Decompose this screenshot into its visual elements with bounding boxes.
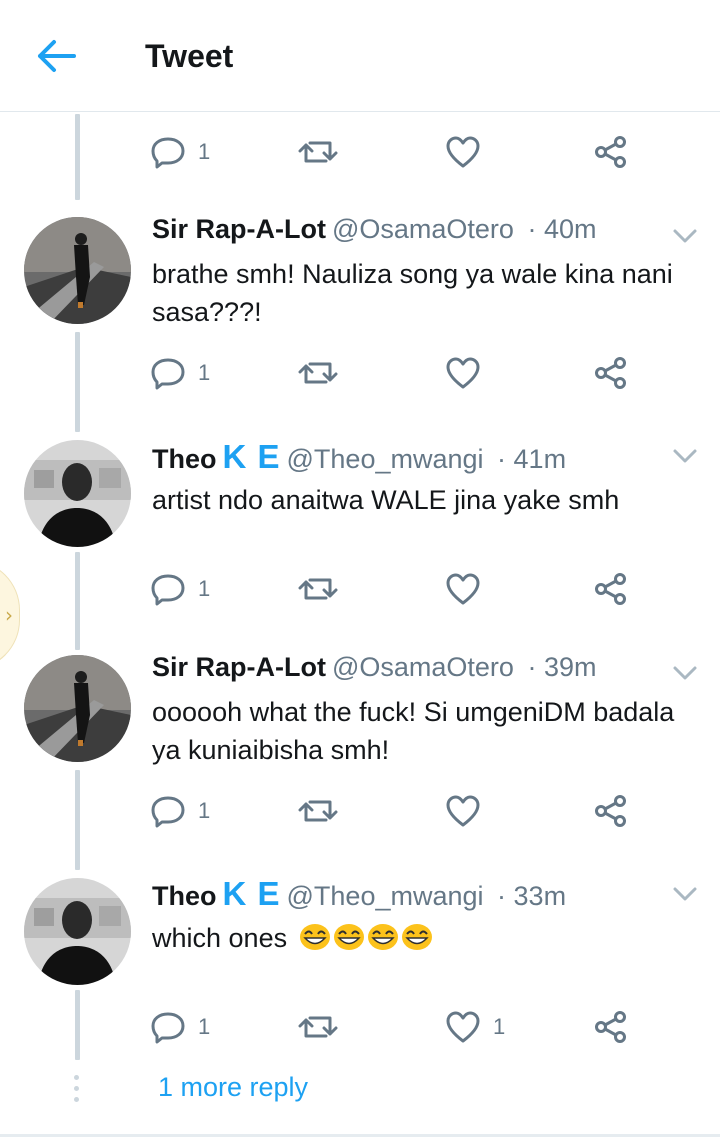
display-name[interactable]: Sir Rap-A-Lot: [152, 652, 326, 682]
avatar[interactable]: [24, 655, 131, 762]
reply-button[interactable]: 1: [150, 791, 210, 831]
retweet-button[interactable]: [298, 132, 338, 172]
grinning-face-emoji-icon: [401, 923, 433, 951]
share-icon: [593, 572, 629, 606]
share-icon: [593, 356, 629, 390]
heart-icon: [445, 135, 481, 169]
thread-connector: [75, 332, 80, 432]
like-button[interactable]: [445, 569, 481, 609]
tweet-actions: 1: [150, 132, 650, 172]
reply-icon: [150, 794, 186, 828]
tweet-actions: 1: [150, 569, 650, 609]
heart-icon: [445, 356, 481, 390]
share-icon: [593, 135, 629, 169]
reply-icon: [150, 572, 186, 606]
back-arrow-icon[interactable]: [34, 36, 78, 76]
heart-icon: [445, 1010, 481, 1044]
tweet-header: Sir Rap-A-Lot @OsamaOtero · 40m: [152, 212, 597, 246]
display-name[interactable]: Theo: [152, 444, 217, 474]
tweet-header: Theo K E @Theo_mwangi · 41m: [152, 440, 566, 476]
like-button[interactable]: [445, 791, 481, 831]
retweet-icon: [298, 356, 338, 390]
emoji-group: [299, 923, 435, 961]
tweet-text: artist ndo anaitwa WALE jina yake smh: [152, 485, 620, 515]
reply-count: 1: [198, 798, 211, 823]
timestamp: · 33m: [497, 881, 567, 911]
user-handle[interactable]: @Theo_mwangi: [287, 881, 484, 911]
display-name[interactable]: Theo: [152, 881, 217, 911]
show-more-replies-link[interactable]: 1 more reply: [158, 1072, 308, 1103]
tweet-header: Theo K E @Theo_mwangi · 33m: [152, 877, 566, 913]
tweet-text: which ones: [152, 923, 288, 953]
heart-icon: [445, 794, 481, 828]
grinning-face-emoji-icon: [299, 923, 331, 951]
grinning-face-emoji-icon: [367, 923, 399, 951]
share-button[interactable]: [593, 132, 629, 172]
reply-count: 1: [198, 576, 211, 601]
display-name[interactable]: Sir Rap-A-Lot: [152, 214, 326, 244]
tweet-header: Sir Rap-A-Lot @OsamaOtero · 39m: [152, 650, 597, 684]
thread-connector: [75, 770, 80, 870]
avatar[interactable]: [24, 440, 131, 547]
retweet-icon: [298, 1010, 338, 1044]
share-button[interactable]: [593, 569, 629, 609]
reply-icon: [150, 1010, 186, 1044]
chevron-down-icon[interactable]: [672, 446, 698, 466]
heart-icon: [445, 572, 481, 606]
tweet-text: oooooh what the fuck! Si umgeniDM badala…: [152, 697, 675, 765]
share-button[interactable]: [593, 353, 629, 393]
reply-button[interactable]: 1: [150, 1007, 210, 1047]
share-icon: [593, 794, 629, 828]
retweet-button[interactable]: [298, 1007, 338, 1047]
avatar[interactable]: [24, 878, 131, 985]
tweet-actions: 1 1: [150, 1007, 650, 1047]
chevron-down-icon[interactable]: [672, 663, 698, 683]
reply-count: 1: [198, 1014, 211, 1039]
chevron-down-icon[interactable]: [672, 884, 698, 904]
tweet-text-container: which ones: [152, 919, 682, 961]
avatar[interactable]: [24, 217, 131, 324]
share-icon: [593, 1010, 629, 1044]
thread-connector: [75, 990, 80, 1060]
timestamp: · 39m: [527, 652, 597, 682]
like-button[interactable]: [445, 353, 481, 393]
user-handle[interactable]: @OsamaOtero: [332, 652, 514, 682]
reply-count: 1: [198, 360, 211, 385]
page-title: Tweet: [145, 38, 234, 74]
like-button[interactable]: [445, 132, 481, 172]
retweet-button[interactable]: [298, 569, 338, 609]
app-header: Tweet: [0, 0, 720, 112]
retweet-icon: [298, 794, 338, 828]
retweet-button[interactable]: [298, 791, 338, 831]
reply-icon: [150, 356, 186, 390]
retweet-button[interactable]: [298, 353, 338, 393]
name-suffix: K E: [222, 438, 281, 475]
reply-count: 1: [198, 139, 211, 164]
reply-button[interactable]: 1: [150, 132, 210, 172]
like-button[interactable]: 1: [445, 1007, 505, 1047]
thread-more-dots: [74, 1075, 80, 1105]
timestamp: · 40m: [527, 214, 597, 244]
reply-button[interactable]: 1: [150, 353, 210, 393]
share-button[interactable]: [593, 1007, 629, 1047]
grinning-face-emoji-icon: [333, 923, 365, 951]
user-handle[interactable]: @OsamaOtero: [332, 214, 514, 244]
retweet-icon: [298, 572, 338, 606]
tweet-actions: 1: [150, 353, 650, 393]
tweet-actions: 1: [150, 791, 650, 831]
tweet-text: brathe smh! Nauliza song ya wale kina na…: [152, 259, 673, 327]
thread-connector: [75, 552, 80, 650]
share-button[interactable]: [593, 791, 629, 831]
name-suffix: K E: [222, 875, 281, 912]
side-drawer-handle[interactable]: ›: [0, 560, 20, 670]
thread-connector: [75, 114, 80, 200]
retweet-icon: [298, 135, 338, 169]
like-count: 1: [493, 1014, 506, 1039]
reply-button[interactable]: 1: [150, 569, 210, 609]
timestamp: · 41m: [497, 444, 567, 474]
chevron-down-icon[interactable]: [672, 226, 698, 246]
user-handle[interactable]: @Theo_mwangi: [287, 444, 484, 474]
reply-icon: [150, 135, 186, 169]
chevron-right-icon: ›: [5, 603, 13, 627]
